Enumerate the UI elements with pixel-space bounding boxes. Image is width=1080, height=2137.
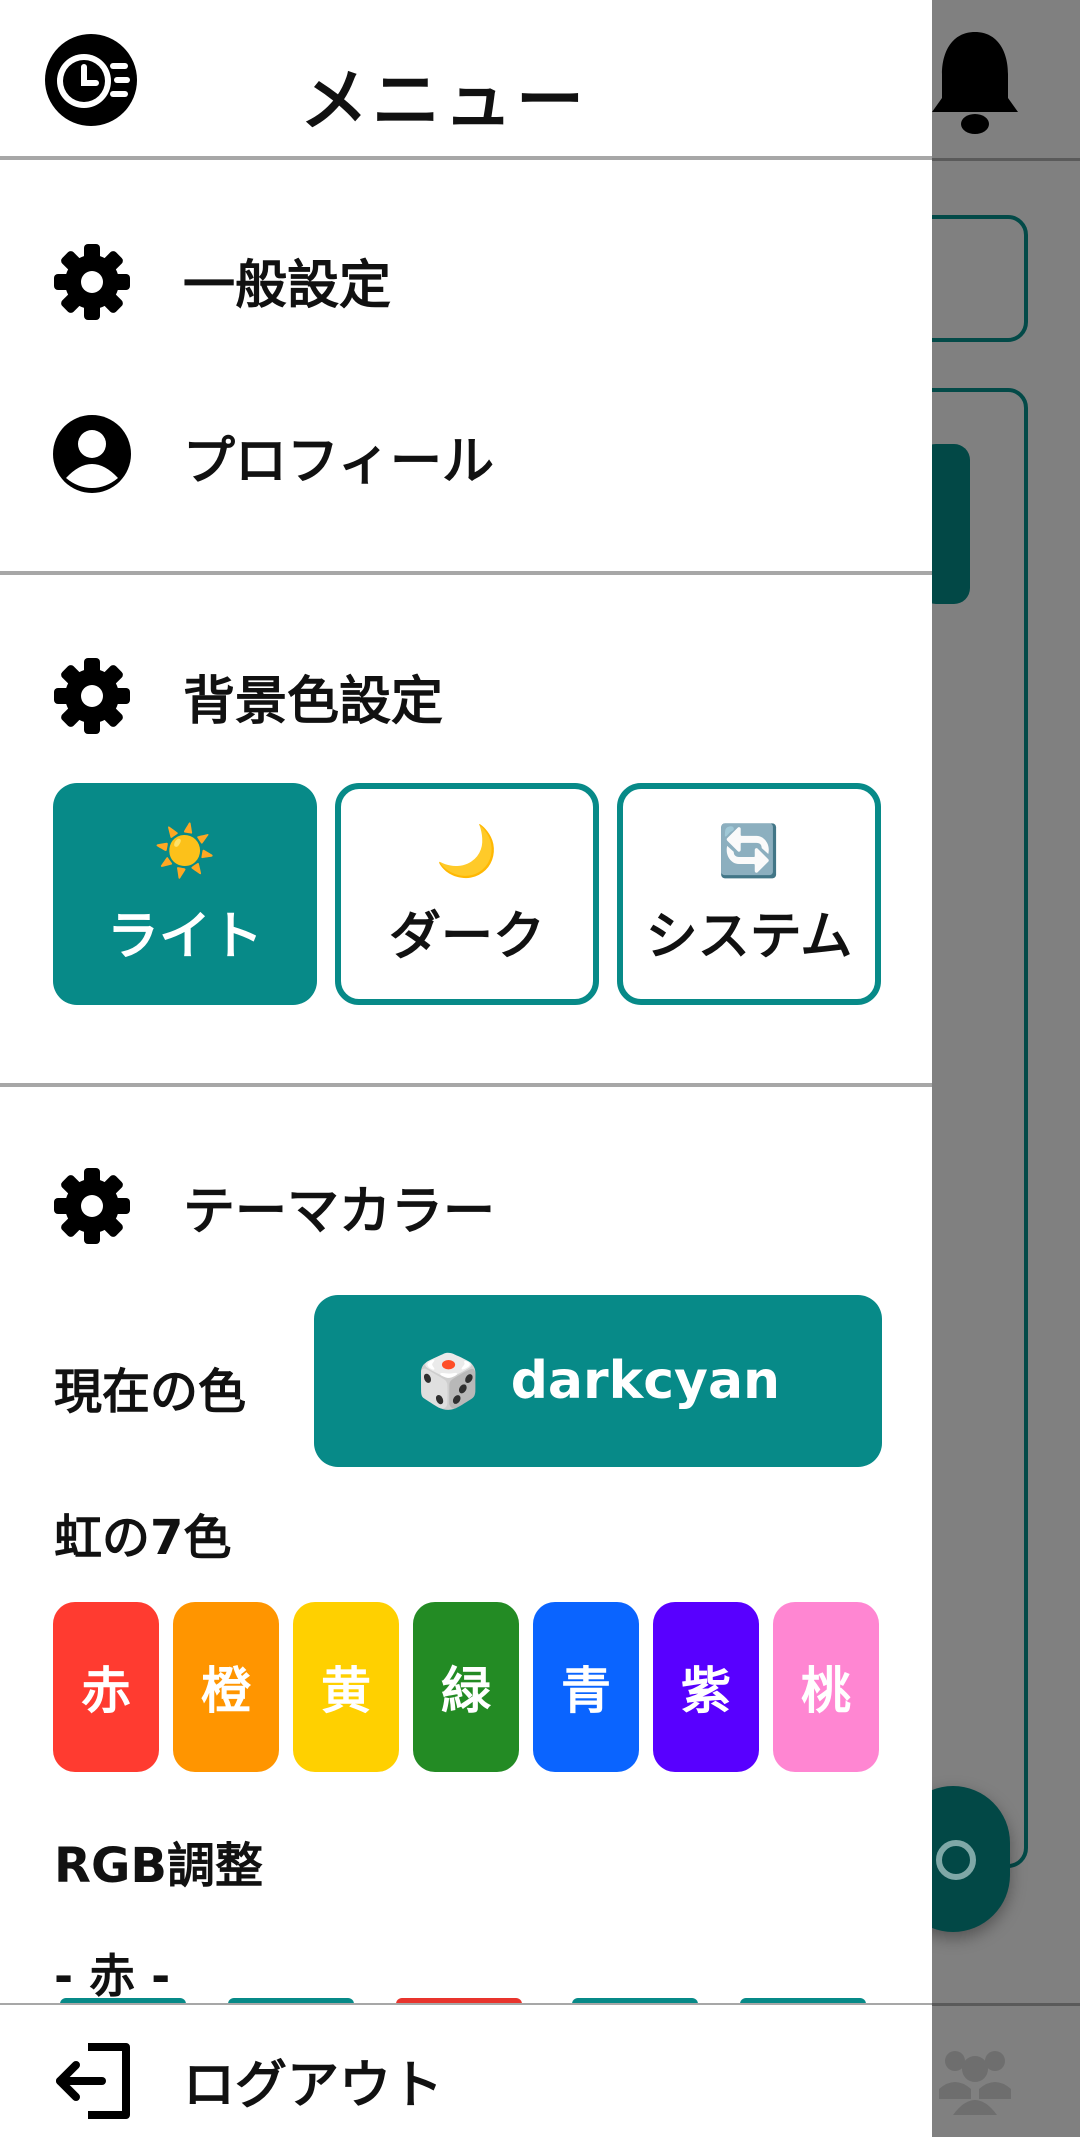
drawer-header: メニュー [0,0,932,158]
moon-icon: 🌙 [435,821,499,880]
menu-item-general-settings[interactable]: 一般設定 [0,210,932,350]
background-color-heading: 背景色設定 [0,626,932,766]
mode-dark-button[interactable]: 🌙 ダーク [335,783,599,1005]
section-divider [0,571,932,575]
drawer-title: メニュー [300,62,589,141]
rgb-adjust-label: RGB調整 [54,1838,263,1894]
gear-icon [54,658,130,734]
color-swatch[interactable]: 青 [533,1602,639,1772]
logout-button[interactable]: ログアウト [0,2005,932,2137]
menu-item-label: 一般設定 [183,255,392,316]
gear-icon [54,1168,130,1244]
current-color-value: darkcyan [510,1351,781,1411]
background-bottom-divider [932,2003,1080,2006]
mode-label: システム [645,906,853,967]
menu-item-profile[interactable]: プロフィール [0,386,932,526]
gear-icon [54,244,130,320]
red-channel-label: - 赤 - [54,1949,171,2003]
theme-color-heading: テーマカラー [0,1136,932,1276]
color-swatch[interactable]: 桃 [773,1602,879,1772]
current-color-label: 現在の色 [54,1364,247,1420]
user-circle-icon [53,415,131,493]
logout-icon [56,2043,130,2119]
dice-icon: 🎲 [415,1351,481,1412]
color-swatch[interactable]: 赤 [53,1602,159,1772]
menu-item-label: プロフィール [183,431,494,492]
clock-speed-logo-icon[interactable] [44,33,138,127]
color-swatch[interactable]: 紫 [653,1602,759,1772]
mode-system-button[interactable]: 🔄 システム [617,783,881,1005]
sun-icon: ☀️ [153,821,217,880]
rainbow-label: 虹の7色 [54,1510,232,1566]
navigation-drawer: メニュー 一般設定 プロフィール 背景色設定 ☀️ ライト 🌙 ダーク 🔄 シス… [0,0,932,2137]
background-fab-icon [936,1840,976,1880]
color-swatch[interactable]: 黄 [293,1602,399,1772]
mode-label: ダーク [388,906,545,967]
section-heading-label: 背景色設定 [183,671,444,732]
logout-label: ログアウト [183,2056,444,2116]
group-icon [939,2051,1011,2115]
header-divider [0,156,932,160]
current-color-button[interactable]: 🎲 darkcyan [314,1295,882,1467]
mode-label: ライト [106,906,263,967]
mode-light-button[interactable]: ☀️ ライト [53,783,317,1005]
bell-icon [932,32,1018,134]
refresh-icon: 🔄 [717,821,781,880]
color-swatch[interactable]: 緑 [413,1602,519,1772]
color-swatch[interactable]: 橙 [173,1602,279,1772]
section-heading-label: テーマカラー [183,1181,496,1242]
section-divider [0,1083,932,1087]
background-header-divider [932,158,1080,161]
